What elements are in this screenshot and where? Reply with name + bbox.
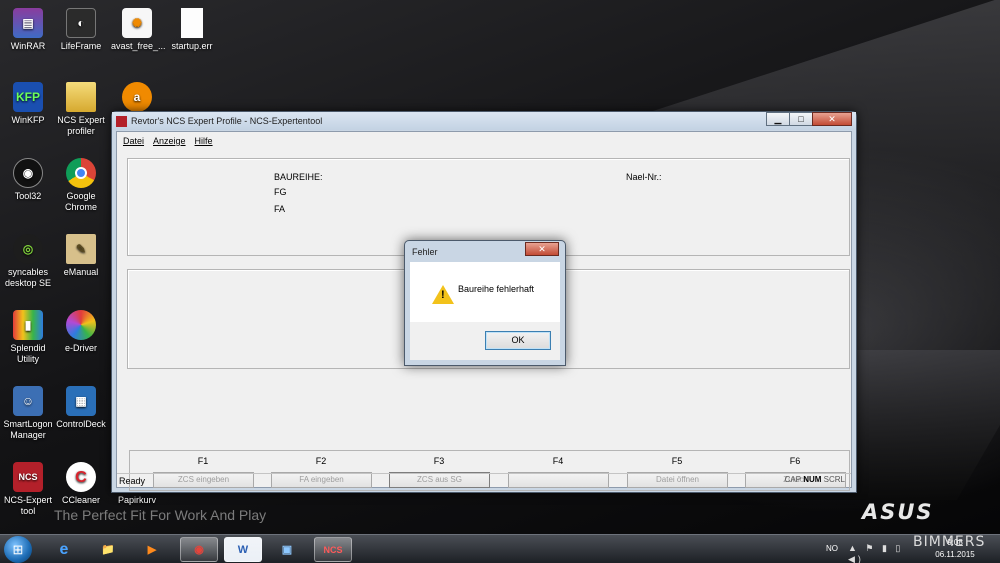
close-button[interactable]: ✕	[812, 112, 852, 126]
desktop-icon-splendid[interactable]: ▮ Splendid Utility	[2, 310, 54, 365]
tray-icons[interactable]: ▲ ⚑ ▮ ▯ ◀)	[848, 543, 920, 563]
tool32-icon: ◉	[13, 158, 43, 188]
desktop-icon-label: Papirkurv	[117, 495, 156, 505]
clock-date: 06.11.2015	[935, 550, 975, 559]
f3-key-label: F3	[433, 456, 445, 466]
splendid-icon: ▮	[13, 310, 43, 340]
desktop-icon-label: LifeFrame	[60, 41, 102, 51]
desktop-icon-ccleaner[interactable]: C CCleaner	[55, 462, 107, 506]
start-button[interactable]: ⊞	[4, 536, 32, 563]
taskbar: ⊞ e 📁 ▶ ◉ W ▣ NCS NO ▲ ⚑ ▮ ▯ ◀) 9:08 06.…	[0, 534, 1000, 563]
ok-button[interactable]: OK	[485, 331, 551, 350]
desktop-icon-winkfp[interactable]: KFP WinKFP	[2, 82, 54, 126]
window-titlebar[interactable]: Revtor's NCS Expert Profile - NCS-Expert…	[112, 112, 856, 130]
taskbar-explorer[interactable]: 📁	[89, 537, 127, 562]
desktop-icon-label: WinKFP	[11, 115, 45, 125]
desktop-icon-avast-installer[interactable]: ✺ avast_free_...	[111, 8, 166, 52]
taskbar-ie[interactable]: e	[45, 537, 83, 562]
desktop-icon-label: SmartLogon Manager	[3, 419, 53, 440]
nael-nr-label: Nael-Nr.:	[626, 172, 662, 182]
desktop-icon-lifeframe[interactable]: ◐ LifeFrame	[55, 8, 107, 52]
folder-icon	[66, 82, 96, 112]
baureihe-label: BAUREIHE:	[274, 172, 323, 182]
syncables-icon: ◎	[13, 234, 43, 264]
menu-hilfe[interactable]: Hilfe	[195, 136, 213, 146]
desktop-icon-label: NCS Expert profiler	[57, 115, 105, 136]
asus-logo: ASUS	[862, 500, 934, 524]
menu-bar: Datei Anzeige Hilfe	[117, 132, 851, 150]
fa-label: FA	[274, 204, 286, 214]
cap-indicator: CAP	[784, 475, 801, 484]
desktop-icon-syncables[interactable]: ◎ syncables desktop SE	[2, 234, 54, 289]
winkfp-icon: KFP	[13, 82, 43, 112]
desktop-icon-winrar[interactable]: ▤ WinRAR	[2, 8, 54, 52]
desktop-icon-tool32[interactable]: ◉ Tool32	[2, 158, 54, 202]
minimize-button[interactable]: ▁	[766, 112, 790, 126]
dialog-message: Baureihe fehlerhaft	[458, 284, 535, 294]
wallpaper-tagline: The Perfect Fit For Work And Play	[54, 507, 267, 523]
desktop-icon-label: e-Driver	[64, 343, 97, 353]
desktop-icon-ncs-expert-tool[interactable]: NCS NCS-Expert tool	[2, 462, 54, 517]
f5-key-label: F5	[671, 456, 683, 466]
fg-label: FG	[274, 187, 287, 197]
lifeframe-icon: ◐	[66, 8, 96, 38]
desktop-icon-edriver[interactable]: e-Driver	[55, 310, 107, 354]
avast-icon: a	[122, 82, 152, 112]
dialog-close-button[interactable]: ✕	[525, 242, 559, 256]
status-text: Ready	[119, 475, 146, 486]
bimmers-watermark: BIMMERS	[913, 534, 986, 550]
window-title: Revtor's NCS Expert Profile - NCS-Expert…	[131, 116, 323, 126]
menu-datei[interactable]: Datei	[123, 136, 144, 146]
num-indicator: NUM	[803, 475, 822, 484]
status-bar: Ready CAP NUM SCRL	[117, 473, 851, 487]
taskbar-media-player[interactable]: ▶	[133, 537, 171, 562]
desktop-icon-startup-err[interactable]: startup.err	[166, 8, 218, 52]
app-icon	[116, 115, 127, 127]
ccleaner-icon: C	[66, 462, 96, 492]
language-indicator[interactable]: NO	[826, 544, 838, 553]
taskbar-word[interactable]: W	[224, 537, 262, 562]
desktop-icon-label: startup.err	[171, 41, 213, 51]
desktop-icon-label: avast_free_...	[111, 41, 166, 51]
f1-key-label: F1	[197, 456, 209, 466]
taskbar-photo-viewer[interactable]: ▣	[268, 537, 306, 562]
warning-icon	[432, 285, 454, 304]
f2-key-label: F2	[315, 456, 327, 466]
desktop-icon-label: CCleaner	[61, 495, 101, 505]
desktop-icon-label: Tool32	[14, 191, 42, 201]
error-dialog[interactable]: Fehler ✕ Baureihe fehlerhaft OK	[404, 240, 566, 366]
desktop-icon-controldeck[interactable]: ▦ ControlDeck	[55, 386, 107, 430]
desktop-icon-smartlogon[interactable]: ☺ SmartLogon Manager	[2, 386, 54, 441]
taskbar-ncs-expert[interactable]: NCS	[314, 537, 352, 562]
desktop-icon-label: Google Chrome	[64, 191, 97, 212]
desktop-icon-chrome[interactable]: Google Chrome	[55, 158, 107, 213]
desktop-icon-label: NCS-Expert tool	[3, 495, 52, 516]
smartlogon-icon: ☺	[13, 386, 43, 416]
f4-key-label: F4	[552, 456, 564, 466]
desktop-icon-emanual[interactable]: ✎ eManual	[55, 234, 107, 278]
maximize-button[interactable]: □	[789, 112, 813, 126]
desktop-icon-label: eManual	[63, 267, 99, 277]
dialog-footer: OK	[410, 322, 560, 360]
f6-key-label: F6	[789, 456, 801, 466]
desktop-icon-label: syncables desktop SE	[4, 267, 52, 288]
dialog-body: Baureihe fehlerhaft OK	[410, 262, 560, 360]
window-controls: ▁ □ ✕	[766, 112, 852, 126]
desktop-icon-label: ControlDeck	[56, 419, 106, 429]
chrome-icon	[66, 158, 96, 188]
desktop-icon-ncs-expert-profiler[interactable]: NCS Expert profiler	[55, 82, 107, 137]
taskbar-chrome[interactable]: ◉	[180, 537, 218, 562]
emanual-icon: ✎	[66, 234, 96, 264]
winrar-icon: ▤	[13, 8, 43, 38]
controldeck-icon: ▦	[66, 386, 96, 416]
menu-anzeige[interactable]: Anzeige	[153, 136, 186, 146]
edriver-icon	[66, 310, 96, 340]
desktop-icon-label: WinRAR	[10, 41, 46, 51]
ncs-icon: NCS	[13, 462, 43, 492]
key-indicators: CAP NUM SCRL	[785, 475, 845, 484]
desktop-icon-label: Splendid Utility	[10, 343, 46, 364]
avast-installer-icon: ✺	[122, 8, 152, 38]
scrl-indicator: SCRL	[823, 475, 845, 484]
file-icon	[181, 8, 203, 38]
